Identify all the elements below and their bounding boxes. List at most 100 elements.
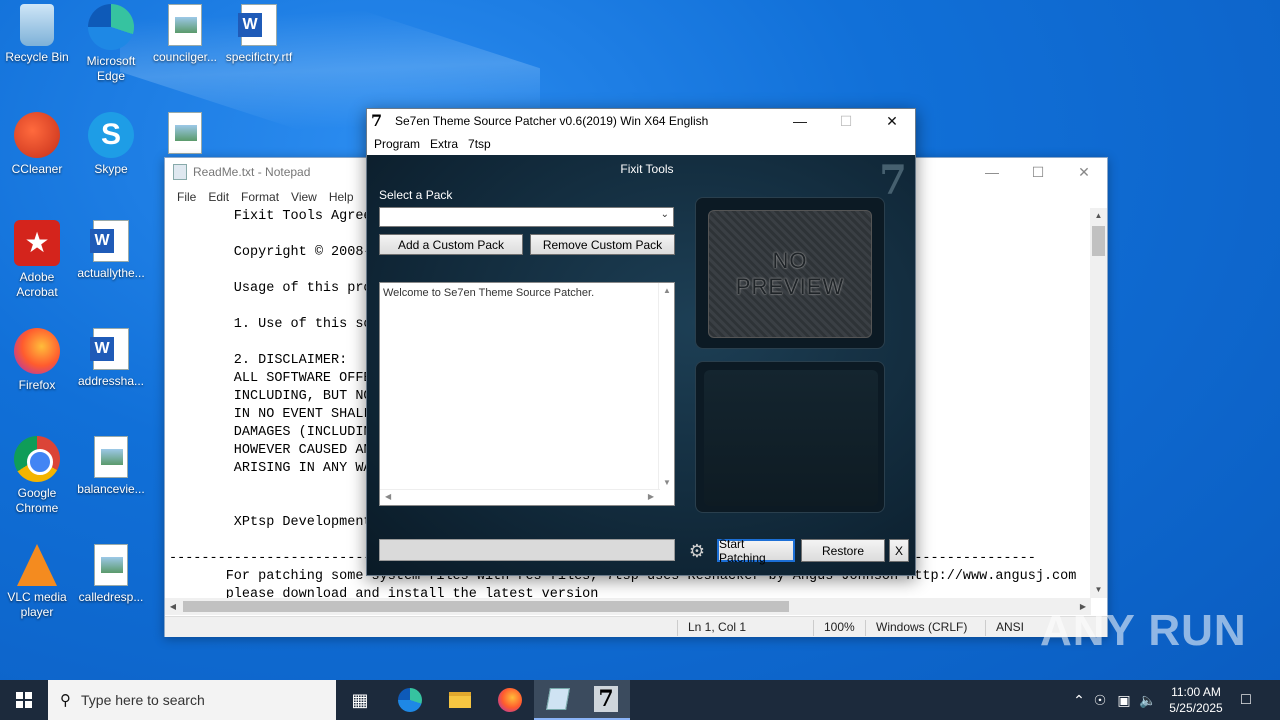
maximize-button: ☐ — [839, 112, 853, 129]
pack-select[interactable]: ⌄ — [379, 207, 674, 227]
status-line-ending: Windows (CRLF) — [865, 620, 967, 636]
preview-frame: NO PREVIEW — [695, 197, 885, 349]
desktop-icon[interactable]: Microsoft Edge — [74, 4, 148, 84]
notepad-title: ReadMe.txt - Notepad — [193, 165, 311, 179]
patcher-window[interactable]: 7 Se7en Theme Source Patcher v0.6(2019) … — [366, 108, 916, 576]
desktop-icon[interactable]: councilger... — [148, 4, 222, 65]
status-encoding: ANSI — [985, 620, 1024, 636]
taskbar-notepad-icon[interactable] — [534, 680, 582, 720]
add-custom-pack-button[interactable]: Add a Custom Pack — [379, 234, 523, 255]
desktop-icon-label: balancevie... — [77, 482, 145, 496]
desktop-icon-label: addressha... — [77, 374, 145, 388]
secondary-preview-image — [704, 370, 878, 506]
network-icon[interactable]: ▣ — [1112, 692, 1136, 709]
image-file-icon — [168, 112, 202, 154]
log-vertical-scrollbar[interactable]: ▲ ▼ — [658, 283, 674, 490]
scroll-right-icon[interactable]: ▶ — [648, 492, 654, 501]
scroll-down-icon[interactable]: ▼ — [659, 478, 675, 487]
start-patching-button[interactable]: Start Patching — [717, 537, 795, 565]
close-x-button[interactable]: X — [889, 539, 909, 562]
clock-time: 11:00 AM — [1171, 685, 1221, 699]
desktop-icon-label: specifictry.rtf — [225, 50, 293, 64]
log-text: Welcome to Se7en Theme Source Patcher. — [383, 287, 595, 299]
select-pack-label: Select a Pack — [379, 188, 453, 202]
desktop-icon-label: Firefox — [18, 378, 56, 392]
desktop-icon-label: calledresp... — [78, 590, 144, 604]
menu-file[interactable]: File — [171, 190, 202, 204]
desktop-icon[interactable]: VLC media player — [0, 544, 74, 620]
hscroll-thumb[interactable] — [183, 601, 789, 612]
menu-extra[interactable]: Extra — [425, 137, 463, 151]
windows-logo-icon — [16, 692, 32, 708]
desktop-icon[interactable]: addressha... — [74, 328, 148, 389]
vlc-icon — [17, 544, 57, 586]
menu-edit[interactable]: Edit — [202, 190, 235, 204]
desktop-icon[interactable]: specifictry.rtf — [222, 4, 296, 65]
desktop-icon[interactable]: CCleaner — [0, 112, 74, 177]
scroll-up-icon[interactable]: ▲ — [1090, 208, 1107, 224]
patch-progress-bar — [379, 539, 675, 561]
word-doc-icon — [90, 220, 129, 262]
patcher-body: Fixit Tools 7 Select a Pack ⌄ Add a Cust… — [367, 155, 915, 575]
preview-text-line1: NO — [772, 248, 808, 273]
image-file-icon — [168, 4, 202, 46]
minimize-button[interactable]: — — [969, 158, 1015, 186]
horizontal-scrollbar[interactable]: ◀ ▶ — [165, 598, 1091, 615]
taskbar-firefox-icon[interactable] — [486, 680, 534, 720]
chevron-down-icon[interactable]: ⌄ — [661, 209, 669, 220]
chrome-icon — [14, 436, 60, 482]
settings-gear-icon[interactable]: ⚙ — [683, 539, 711, 563]
desktop-icon[interactable]: ★ Adobe Acrobat — [0, 220, 74, 300]
minimize-button[interactable]: — — [777, 109, 823, 133]
taskbar-7tsp-icon[interactable]: 7 — [582, 680, 630, 720]
maximize-button[interactable]: ☐ — [1015, 158, 1061, 186]
desktop-icon-label: Recycle Bin — [5, 50, 69, 64]
desktop-icon[interactable]: S Skype — [74, 112, 148, 177]
image-file-icon — [94, 436, 128, 478]
scroll-left-icon[interactable]: ◀ — [385, 492, 391, 501]
preview-text-line2: PREVIEW — [735, 274, 845, 299]
notepad-window-controls: — ☐ ✕ — [969, 158, 1107, 186]
menu-format[interactable]: Format — [235, 190, 285, 204]
status-zoom: 100% — [813, 620, 855, 636]
notepad-icon — [173, 164, 187, 180]
7tsp-logo-icon: 7 — [371, 111, 383, 130]
clock-date: 5/25/2025 — [1169, 701, 1223, 715]
taskbar-file-explorer-icon[interactable] — [436, 680, 484, 720]
taskbar-clock[interactable]: 11:00 AM 5/25/2025 — [1160, 684, 1232, 716]
menu-view[interactable]: View — [285, 190, 323, 204]
patcher-window-controls: — ☐ ✕ — [777, 109, 915, 133]
desktop-icon[interactable]: Recycle Bin — [0, 4, 74, 65]
desktop-icon-label: CCleaner — [11, 162, 63, 176]
desktop-icon[interactable]: Firefox — [0, 328, 74, 393]
scroll-left-icon[interactable]: ◀ — [165, 598, 181, 615]
scroll-down-icon[interactable]: ▼ — [1090, 582, 1107, 598]
start-button[interactable] — [0, 680, 48, 720]
vertical-scrollbar[interactable]: ▲ ▼ — [1090, 208, 1107, 598]
network-adapter-icon[interactable]: ☉ — [1088, 692, 1112, 709]
desktop-icon[interactable]: balancevie... — [74, 436, 148, 497]
desktop-icon[interactable]: actuallythe... — [74, 220, 148, 281]
close-button[interactable]: ✕ — [1061, 158, 1107, 186]
edge-icon — [88, 4, 134, 50]
menu-7tsp[interactable]: 7tsp — [463, 137, 496, 151]
desktop-icon[interactable]: calledresp... — [74, 544, 148, 605]
close-button[interactable]: ✕ — [869, 109, 915, 133]
task-view-icon[interactable]: ▦ — [336, 680, 384, 720]
menu-help[interactable]: Help — [323, 190, 360, 204]
scroll-up-icon[interactable]: ▲ — [659, 286, 675, 295]
notification-icon[interactable]: □ — [1226, 680, 1266, 720]
anyrun-watermark: ANY RUN — [1040, 606, 1247, 655]
taskbar-edge-icon[interactable] — [386, 680, 434, 720]
word-doc-icon — [238, 4, 277, 46]
desktop-icon[interactable]: Google Chrome — [0, 436, 74, 516]
volume-icon[interactable]: 🔈 — [1136, 692, 1160, 709]
scroll-thumb[interactable] — [1092, 226, 1105, 256]
remove-custom-pack-button[interactable]: Remove Custom Pack — [530, 234, 675, 255]
menu-program[interactable]: Program — [369, 137, 425, 151]
chevron-up-icon[interactable]: ⌃ — [1070, 692, 1088, 709]
log-textbox[interactable]: Welcome to Se7en Theme Source Patcher. ▲… — [379, 282, 675, 506]
taskbar-search[interactable]: ⚲ Type here to search — [48, 680, 336, 720]
log-horizontal-scrollbar[interactable]: ◀ ▶ — [380, 489, 660, 505]
restore-button[interactable]: Restore — [801, 539, 885, 562]
